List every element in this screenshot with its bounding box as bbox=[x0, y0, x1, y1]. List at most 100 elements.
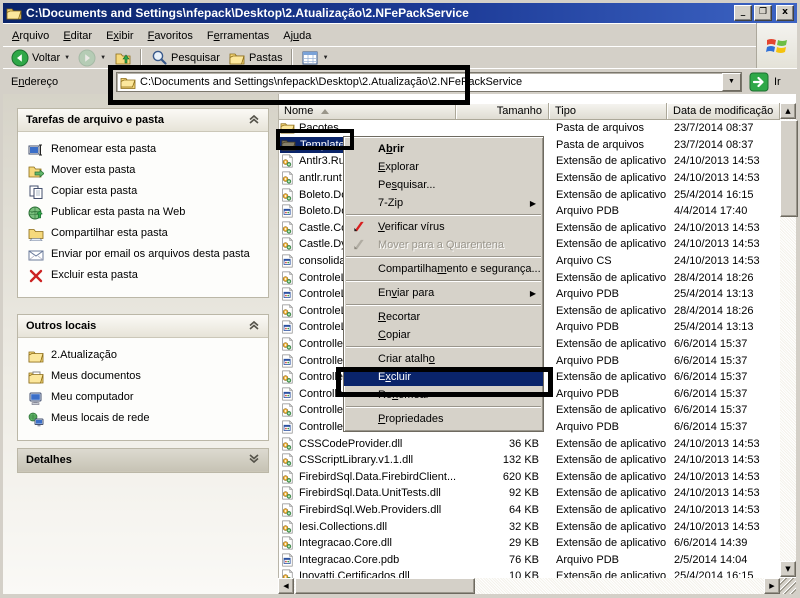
file-row[interactable]: Inovatti.Certificados.dll10 KBExtensão d… bbox=[278, 568, 783, 578]
scroll-left-button[interactable]: ◀ bbox=[278, 578, 294, 594]
chevron-up-icon[interactable] bbox=[248, 113, 260, 128]
context-menu-item-criar-atalho[interactable]: Criar atalho bbox=[344, 350, 543, 368]
column-header-tipo[interactable]: Tipo bbox=[549, 103, 667, 120]
file-name[interactable]: Integracao.Core.pdb bbox=[280, 553, 399, 567]
context-menu-item-pesquisar[interactable]: Pesquisar... bbox=[344, 176, 543, 194]
menu-item[interactable]: Favoritos bbox=[141, 27, 200, 45]
file-name[interactable]: Castle.Dy bbox=[280, 237, 347, 251]
file-name[interactable]: antlr.runt bbox=[280, 171, 342, 185]
task-item[interactable]: Publicar esta pasta na Web bbox=[26, 203, 262, 224]
task-item[interactable]: Copiar esta pasta bbox=[26, 182, 262, 203]
context-menu-item-excluir[interactable]: Excluir bbox=[344, 368, 543, 386]
address-dropdown-button[interactable]: ▼ bbox=[722, 73, 741, 91]
file-name[interactable]: ControleL bbox=[280, 271, 347, 285]
file-name[interactable]: Castle.Co bbox=[280, 221, 347, 235]
file-name[interactable]: Controlle bbox=[280, 337, 343, 351]
back-button[interactable]: Voltar ▼ bbox=[7, 48, 74, 68]
menu-item[interactable]: Arquivo bbox=[5, 27, 56, 45]
context-menu-item-abrir[interactable]: Abrir bbox=[344, 140, 543, 158]
scroll-down-button[interactable]: ▼ bbox=[780, 561, 796, 577]
folders-button[interactable]: Pastas bbox=[224, 48, 287, 68]
file-row[interactable]: FirebirdSql.Web.Providers.dll64 KBExtens… bbox=[278, 502, 783, 519]
file-name[interactable]: Controlle bbox=[280, 403, 343, 417]
file-name[interactable]: Antlr3.Ru bbox=[280, 154, 345, 168]
context-menu-item-enviar-para[interactable]: Enviar para▶ bbox=[344, 284, 543, 302]
views-button[interactable]: ▼ bbox=[297, 48, 333, 68]
forward-button[interactable]: ▼ bbox=[74, 48, 110, 68]
vertical-scroll-thumb[interactable] bbox=[780, 120, 798, 217]
file-name[interactable]: Integracao.Core.dll bbox=[280, 536, 392, 550]
file-name[interactable]: CSSCodeProvider.dll bbox=[280, 437, 402, 451]
up-button[interactable] bbox=[110, 48, 136, 68]
file-row[interactable]: Iesi.Collections.dll32 KBExtensão de apl… bbox=[278, 518, 783, 535]
vertical-scrollbar[interactable]: ▲ ▼ bbox=[780, 103, 796, 577]
task-item[interactable]: Enviar por email os arquivos desta pasta bbox=[26, 245, 262, 266]
file-row[interactable]: CSScriptLibrary.v1.1.dll132 KBExtensão d… bbox=[278, 452, 783, 469]
file-row[interactable]: Integracao.Core.dll29 KBExtensão de apli… bbox=[278, 535, 783, 552]
file-row[interactable]: PacotesPasta de arquivos23/7/2014 08:37 bbox=[278, 120, 783, 137]
scroll-up-button[interactable]: ▲ bbox=[780, 103, 796, 119]
column-header-tamanho[interactable]: Tamanho bbox=[456, 103, 549, 120]
scroll-right-button[interactable]: ▶ bbox=[764, 578, 780, 594]
horizontal-scroll-thumb[interactable] bbox=[295, 578, 475, 594]
column-header-data-de-modifica-o[interactable]: Data de modificação bbox=[667, 103, 780, 120]
file-name[interactable]: Boleto.Do bbox=[280, 204, 347, 218]
place-item[interactable]: Meus locais de rede bbox=[26, 409, 262, 430]
context-menu-item-renomear[interactable]: Renomear bbox=[344, 386, 543, 404]
file-name[interactable]: Boleto.Do bbox=[280, 188, 347, 202]
horizontal-scrollbar[interactable]: ◀ ▶ bbox=[278, 578, 780, 594]
file-name[interactable]: Iesi.Collections.dll bbox=[280, 520, 387, 534]
file-name[interactable]: Inovatti.Certificados.dll bbox=[280, 569, 410, 578]
file-row[interactable]: FirebirdSql.Data.UnitTests.dll92 KBExten… bbox=[278, 485, 783, 502]
context-menu-item-verificar-v-rus[interactable]: Verificar vírus bbox=[344, 218, 543, 236]
forward-dropdown-icon[interactable]: ▼ bbox=[100, 55, 106, 61]
file-name[interactable]: Controlle bbox=[280, 354, 343, 368]
place-item[interactable]: Meus documentos bbox=[26, 367, 262, 388]
place-item[interactable]: Meu computador bbox=[26, 388, 262, 409]
address-input[interactable]: C:\Documents and Settings\nfepack\Deskto… bbox=[140, 76, 522, 88]
views-dropdown-icon[interactable]: ▼ bbox=[323, 55, 329, 61]
file-name[interactable]: CSScriptLibrary.v1.1.dll bbox=[280, 453, 413, 467]
column-header-nome[interactable]: Nome bbox=[278, 103, 456, 120]
file-name[interactable]: FirebirdSql.Web.Providers.dll bbox=[280, 503, 441, 517]
file-row[interactable]: FirebirdSql.Data.FirebirdClient...620 KB… bbox=[278, 468, 783, 485]
file-name[interactable]: Controlle bbox=[280, 370, 343, 384]
file-name[interactable]: Pacotes bbox=[280, 121, 339, 135]
file-name[interactable]: ControleL bbox=[280, 287, 347, 301]
menu-item[interactable]: Exibir bbox=[99, 27, 141, 45]
context-menu-item-propriedades[interactable]: Propriedades bbox=[344, 410, 543, 428]
resize-grip[interactable] bbox=[780, 578, 796, 594]
maximize-button[interactable]: ❐ bbox=[754, 5, 772, 21]
task-item[interactable]: Mover esta pasta bbox=[26, 161, 262, 182]
file-row[interactable]: CSSCodeProvider.dll36 KBExtensão de apli… bbox=[278, 435, 783, 452]
context-menu-item-compartilhamento-e-seguran-a[interactable]: Compartilhamento e segurança... bbox=[344, 260, 543, 278]
address-combo[interactable]: C:\Documents and Settings\nfepack\Deskto… bbox=[116, 72, 742, 92]
menu-item[interactable]: Ajuda bbox=[276, 27, 318, 45]
go-button[interactable]: Ir bbox=[749, 72, 781, 92]
task-item[interactable]: Excluir esta pasta bbox=[26, 266, 262, 287]
file-row[interactable]: Integracao.Core.pdb76 KBArquivo PDB2/5/2… bbox=[278, 551, 783, 568]
file-name[interactable]: FirebirdSql.Data.UnitTests.dll bbox=[280, 486, 441, 500]
place-item[interactable]: 2.Atualização bbox=[26, 346, 262, 367]
file-name[interactable]: ControleL bbox=[280, 320, 347, 334]
file-name[interactable]: Controlle bbox=[280, 387, 343, 401]
context-menu-item-recortar[interactable]: Recortar bbox=[344, 308, 543, 326]
pane-file-tasks-header[interactable]: Tarefas de arquivo e pasta bbox=[18, 109, 268, 132]
pane-details-header[interactable]: Detalhes bbox=[18, 449, 268, 472]
file-name[interactable]: Controlle bbox=[280, 420, 343, 434]
file-name[interactable]: FirebirdSql.Data.FirebirdClient... bbox=[280, 470, 456, 484]
search-button[interactable]: Pesquisar bbox=[146, 48, 224, 68]
context-menu-item-copiar[interactable]: Copiar bbox=[344, 326, 543, 344]
minimize-button[interactable]: _ bbox=[734, 5, 752, 21]
back-dropdown-icon[interactable]: ▼ bbox=[64, 55, 70, 61]
menu-item[interactable]: Ferramentas bbox=[200, 27, 276, 45]
chevron-down-icon[interactable] bbox=[248, 453, 260, 468]
context-menu-item-explorar[interactable]: Explorar bbox=[344, 158, 543, 176]
chevron-up-icon[interactable] bbox=[248, 319, 260, 334]
close-button[interactable]: x bbox=[776, 5, 794, 21]
menu-item[interactable]: Editar bbox=[56, 27, 99, 45]
task-item[interactable]: Compartilhar esta pasta bbox=[26, 224, 262, 245]
file-name[interactable]: consolida bbox=[280, 254, 345, 268]
task-item[interactable]: Renomear esta pasta bbox=[26, 140, 262, 161]
context-menu-item-7-zip[interactable]: 7-Zip▶ bbox=[344, 194, 543, 212]
